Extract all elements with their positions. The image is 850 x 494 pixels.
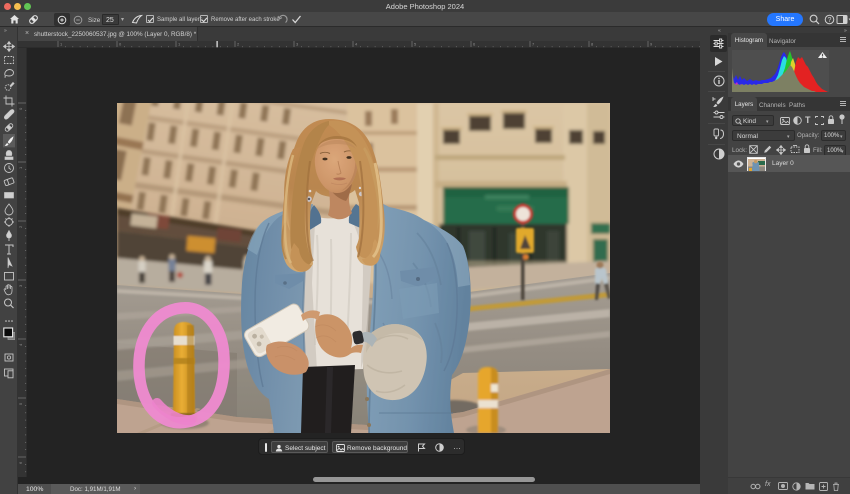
svg-text:?: ?: [828, 17, 832, 24]
